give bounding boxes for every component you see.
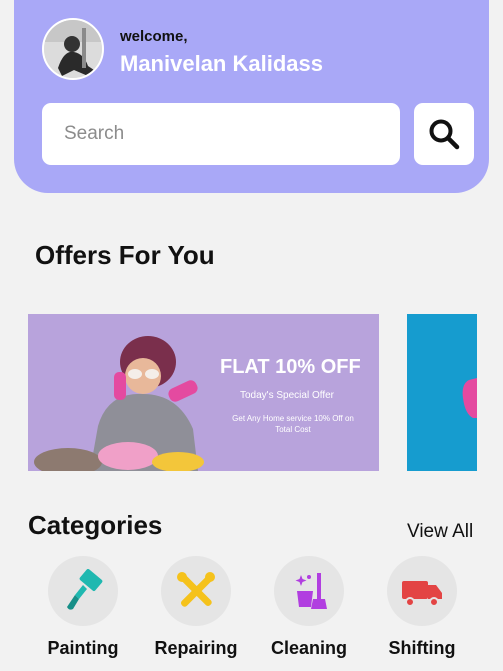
cleaning-icon (295, 573, 327, 609)
category-label: Cleaning (270, 638, 347, 658)
category-label: Repairing (154, 638, 238, 658)
category-icon-circle (48, 556, 118, 626)
welcome-text: welcome, (120, 28, 188, 45)
banner-2-illustration (462, 378, 477, 418)
category-shifting[interactable]: Shifting (362, 556, 482, 659)
offer-banner-2[interactable] (407, 314, 477, 471)
category-icon-circle (161, 556, 231, 626)
avatar[interactable] (42, 18, 104, 80)
truck-icon (402, 581, 442, 607)
offer-banner[interactable]: FLAT 10% OFF Today's Special Offer Get A… (28, 314, 379, 471)
category-icon-circle (387, 556, 457, 626)
search-placeholder: Search (64, 123, 125, 144)
view-all-link[interactable]: View All (407, 521, 473, 543)
search-input[interactable]: Search (42, 103, 400, 165)
search-button[interactable] (414, 103, 474, 165)
category-label: Painting (47, 638, 119, 658)
banner-headline: FLAT 10% OFF (220, 356, 361, 378)
category-painting[interactable]: Painting (23, 556, 143, 659)
banner-description: Get Any Home service 10% Off on Total Co… (232, 414, 354, 434)
banner-woman-illustration (34, 336, 204, 471)
category-cleaning[interactable]: Cleaning (249, 556, 369, 659)
paint-roller-icon (67, 569, 103, 610)
user-name: Manivelan Kalidass (120, 51, 323, 76)
category-repairing[interactable]: Repairing (136, 556, 256, 659)
tools-icon (177, 572, 215, 607)
category-icon-circle (274, 556, 344, 626)
banner-subtitle: Today's Special Offer (240, 390, 334, 401)
offers-title: Offers For You (35, 240, 215, 270)
categories-title: Categories (28, 510, 163, 540)
search-icon (429, 119, 460, 150)
category-label: Shifting (388, 638, 456, 658)
